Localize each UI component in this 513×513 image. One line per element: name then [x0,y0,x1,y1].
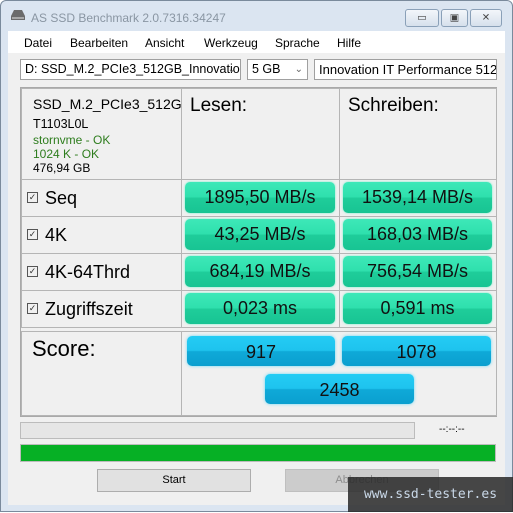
results-grid: SSD_M.2_PCIe3_512G T1103L0L stornvme - O… [20,87,497,417]
checkbox-4k[interactable]: ✓ [27,228,38,240]
size-select[interactable]: 5 GB ⌄ [247,59,308,80]
4k-read-result: 43,25 MB/s [185,219,335,250]
read-header: Lesen: [190,95,248,116]
test-row-seq: ✓ Seq [21,179,182,217]
score-total: 2458 [265,374,414,404]
4k64-write-cell: 756,54 MB/s [339,253,497,291]
checkbox-4k64[interactable]: ✓ [27,265,38,277]
close-button[interactable]: ✕ [470,9,502,27]
minimize-icon: ▭ [417,12,427,24]
overall-progress-fill [21,445,495,461]
4k-read-cell: 43,25 MB/s [181,216,340,254]
4k64-read-result: 684,19 MB/s [185,256,335,287]
start-button[interactable]: Start [97,469,251,492]
checkbox-seq[interactable]: ✓ [27,191,38,203]
app-icon [11,10,25,20]
access-read-cell: 0,023 ms [181,290,340,328]
menu-sprache[interactable]: Sprache [275,36,320,50]
window-title: AS SSD Benchmark 2.0.7316.34247 [31,11,226,25]
drive-firmware: T1103L0L [33,117,89,131]
app-window: AS SSD Benchmark 2.0.7316.34247 ▭ ▣ ✕ Da… [0,0,513,512]
access-read-result: 0,023 ms [185,293,335,324]
drive-model: SSD_M.2_PCIe3_512G [33,96,182,112]
checkbox-access[interactable]: ✓ [27,302,38,314]
seq-read-result: 1895,50 MB/s [185,182,335,213]
test-label-4k: 4K [45,225,68,245]
driver-status: stornvme - OK [33,133,111,147]
drive-label-value: Innovation IT Performance 512 [319,62,497,77]
drive-select-value: D: SSD_M.2_PCIe3_512GB_InnovationI1 [25,62,241,76]
test-row-access: ✓ Zugriffszeit [21,290,182,328]
4k-write-cell: 168,03 MB/s [339,216,497,254]
seq-write-cell: 1539,14 MB/s [339,179,497,217]
score-write: 1078 [342,336,491,366]
seq-read-cell: 1895,50 MB/s [181,179,340,217]
test-row-4k64: ✓ 4K-64Thrd [21,253,182,291]
4k64-write-result: 756,54 MB/s [343,256,492,287]
menu-bearbeiten[interactable]: Bearbeiten [70,36,128,50]
client-area: Datei Bearbeiten Ansicht Werkzeug Sprach… [8,31,505,505]
watermark: www.ssd-tester.es [348,477,513,512]
4k64-read-cell: 684,19 MB/s [181,253,340,291]
write-header: Schreiben: [348,95,439,116]
minimize-button[interactable]: ▭ [405,9,439,27]
maximize-icon: ▣ [449,12,460,24]
test-label-4k64: 4K-64Thrd [45,262,131,282]
access-write-cell: 0,591 ms [339,290,497,328]
test-label-access: Zugriffszeit [45,299,133,319]
access-write-result: 0,591 ms [343,293,492,324]
score-read: 917 [187,336,335,366]
chevron-down-icon: ⌄ [227,64,236,75]
write-header-cell: Schreiben: [339,88,497,180]
menu-datei[interactable]: Datei [24,36,52,50]
test-label-seq: Seq [45,188,78,208]
maximize-button[interactable]: ▣ [441,9,468,27]
test-progress-bar [20,422,415,439]
seq-write-result: 1539,14 MB/s [343,182,492,213]
menu-werkzeug[interactable]: Werkzeug [204,36,258,50]
test-row-4k: ✓ 4K [21,216,182,254]
chevron-down-icon: ⌄ [294,64,303,75]
drive-info-panel: SSD_M.2_PCIe3_512G T1103L0L stornvme - O… [21,88,182,180]
size-select-value: 5 GB [252,62,281,76]
read-header-cell: Lesen: [181,88,340,180]
alignment-status: 1024 K - OK [33,147,100,161]
title-bar: AS SSD Benchmark 2.0.7316.34247 ▭ ▣ ✕ [1,1,512,31]
menu-hilfe[interactable]: Hilfe [337,36,361,50]
score-label: Score: [32,336,96,361]
4k-write-result: 168,03 MB/s [343,219,492,250]
drive-label-field[interactable]: Innovation IT Performance 512 [314,59,497,80]
close-icon: ✕ [481,12,491,24]
drive-capacity: 476,94 GB [33,161,91,175]
menu-bar: Datei Bearbeiten Ansicht Werkzeug Sprach… [8,31,505,53]
drive-select[interactable]: D: SSD_M.2_PCIe3_512GB_InnovationI1 ⌄ [20,59,241,80]
menu-ansicht[interactable]: Ansicht [145,36,184,50]
score-panel: 917 1078 2458 [181,331,497,416]
overall-progress-bar [20,444,496,462]
score-label-cell: Score: [21,331,182,416]
elapsed-time: --:--:-- [439,424,465,435]
